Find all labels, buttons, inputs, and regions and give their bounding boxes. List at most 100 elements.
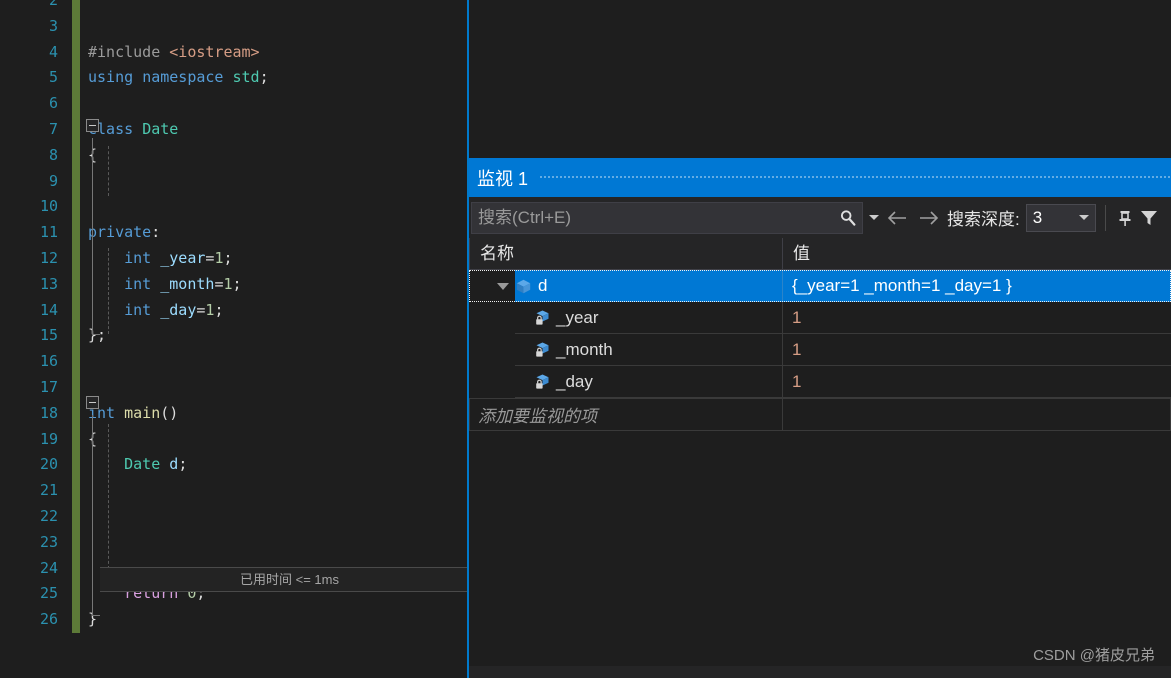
code-line[interactable]: 5 using namespace std;	[0, 65, 468, 92]
nav-forward-button[interactable]	[913, 202, 943, 234]
search-depth-select[interactable]: 3	[1025, 203, 1096, 232]
code-line[interactable]: 20 Date d;	[0, 452, 468, 479]
private-field-icon	[533, 341, 550, 358]
search-box[interactable]	[471, 201, 863, 234]
cell-name[interactable]: _month	[515, 334, 782, 366]
watch-value-label: 1	[792, 307, 802, 327]
change-bar	[72, 168, 80, 195]
watch-toolbar: 搜索深度: 3	[469, 197, 1171, 238]
cell-value[interactable]: 1	[782, 334, 1171, 366]
line-number: 23	[39, 532, 58, 551]
code-line[interactable]: 3	[0, 13, 468, 40]
search-input[interactable]	[472, 202, 834, 233]
table-row[interactable]: _day 1	[469, 366, 1171, 398]
code-line[interactable]: 8{	[0, 142, 468, 169]
code-text: class Date	[88, 120, 179, 138]
cell-name[interactable]: _year	[515, 302, 782, 334]
code-line[interactable]: 4 #include <iostream>	[0, 39, 468, 66]
code-text: private:	[88, 223, 161, 242]
row-indent	[469, 334, 515, 366]
change-bar	[72, 297, 80, 324]
watch-value-label: {_year=1 _month=1 _day=1 }	[792, 276, 1012, 295]
code-text: int _month=1;	[124, 274, 242, 293]
code-text: };	[88, 326, 107, 345]
column-header-name[interactable]: 名称	[469, 238, 782, 269]
line-number: 19	[39, 429, 58, 448]
code-line[interactable]: 13 int _month=1;	[0, 271, 468, 298]
add-watch-row[interactable]: 添加要监视的项	[469, 398, 1171, 431]
watch-grid: 名称 值 d {_year=1 _month=1 _day=1 } _year 1 …	[469, 238, 1171, 666]
code-line[interactable]: 15};	[0, 323, 468, 350]
pin-icon[interactable]	[1113, 203, 1137, 233]
change-bar	[72, 529, 80, 556]
watch-name-label: d	[538, 276, 548, 295]
watch-value-label: 1	[792, 371, 802, 391]
code-line[interactable]: 12 int _year=1;	[0, 246, 468, 272]
change-bar	[72, 13, 80, 40]
change-bar	[72, 0, 80, 14]
code-line[interactable]: 11 private:	[0, 220, 468, 246]
line-number: 13	[39, 274, 58, 293]
add-watch-value-cell[interactable]	[782, 398, 1171, 431]
grid-empty-area	[469, 431, 1171, 666]
table-row[interactable]: _year 1	[469, 302, 1171, 334]
change-bar	[72, 349, 80, 375]
add-watch-name-cell[interactable]: 添加要监视的项	[469, 398, 782, 431]
fold-marker-class-date[interactable]	[86, 119, 99, 132]
private-field-icon	[533, 373, 550, 390]
funnel-icon[interactable]	[1137, 203, 1161, 233]
fold-marker-main[interactable]	[86, 396, 99, 409]
line-number: 22	[39, 507, 58, 525]
cell-name[interactable]: _day	[515, 366, 782, 398]
code-line[interactable]: 17	[0, 375, 468, 401]
code-line[interactable]: 2	[0, 0, 468, 14]
code-line[interactable]: 6	[0, 91, 468, 117]
triangle-down-icon	[497, 282, 509, 290]
code-line[interactable]: 19{	[0, 426, 468, 453]
line-number: 20	[39, 455, 58, 474]
watch-name-label: _day	[556, 371, 593, 391]
search-options-dropdown[interactable]	[865, 202, 883, 233]
code-line[interactable]: 22	[0, 504, 468, 530]
scope-bracket-class-foot	[92, 334, 100, 335]
code-line[interactable]: 23	[0, 529, 468, 556]
search-icon[interactable]	[834, 203, 862, 233]
cell-value[interactable]: 1	[782, 302, 1171, 334]
row-indent	[469, 302, 515, 334]
cell-value[interactable]: {_year=1 _month=1 _day=1 }	[782, 270, 1171, 302]
app-root: 2 3 4 #include <iostream> 5 using namespace s…	[0, 0, 1171, 678]
code-line[interactable]: 10	[0, 194, 468, 221]
code-line[interactable]: 9	[0, 168, 468, 195]
cell-name[interactable]: d	[515, 270, 782, 302]
indent-guide-class-body	[108, 146, 109, 196]
expander-collapse-icon[interactable]	[469, 270, 515, 302]
scope-bracket-class	[92, 138, 93, 334]
cell-value[interactable]: 1	[782, 366, 1171, 398]
code-line[interactable]: 26}	[0, 607, 468, 633]
watch-title-bar[interactable]: 监视 1	[469, 158, 1171, 197]
line-number: 8	[48, 145, 58, 164]
line-number: 4	[48, 42, 58, 61]
watch-name-label: _year	[556, 307, 599, 327]
private-field-icon	[533, 309, 550, 326]
change-bar	[72, 323, 80, 350]
code-editor[interactable]: 2 3 4 #include <iostream> 5 using namespace s…	[0, 0, 468, 678]
line-number: 12	[39, 249, 58, 267]
change-bar	[72, 478, 80, 504]
nav-back-button[interactable]	[883, 202, 913, 234]
code-line[interactable]: 16	[0, 349, 468, 375]
change-bar	[72, 39, 80, 66]
watch-window: 监视 1 搜索(Ctrl+E) 搜索深度: 3 名称 值 d {_year=1 …	[469, 158, 1171, 678]
code-line[interactable]: 7 class Date	[0, 117, 468, 143]
code-line[interactable]: 14 int _day=1;	[0, 297, 468, 324]
code-text: #include <iostream>	[88, 42, 260, 61]
table-row[interactable]: d {_year=1 _month=1 _day=1 }	[469, 270, 1171, 302]
code-line[interactable]: 21	[0, 478, 468, 504]
code-line[interactable]: 18 int main()	[0, 400, 468, 427]
window-drag-grip[interactable]	[540, 158, 1171, 197]
code-text: using namespace std;	[88, 68, 269, 87]
watermark-label: CSDN @猪皮兄弟	[1033, 647, 1155, 664]
table-row[interactable]: _month 1	[469, 334, 1171, 366]
column-header-value[interactable]: 值	[782, 238, 1171, 269]
scope-bracket-main-foot	[92, 615, 100, 616]
